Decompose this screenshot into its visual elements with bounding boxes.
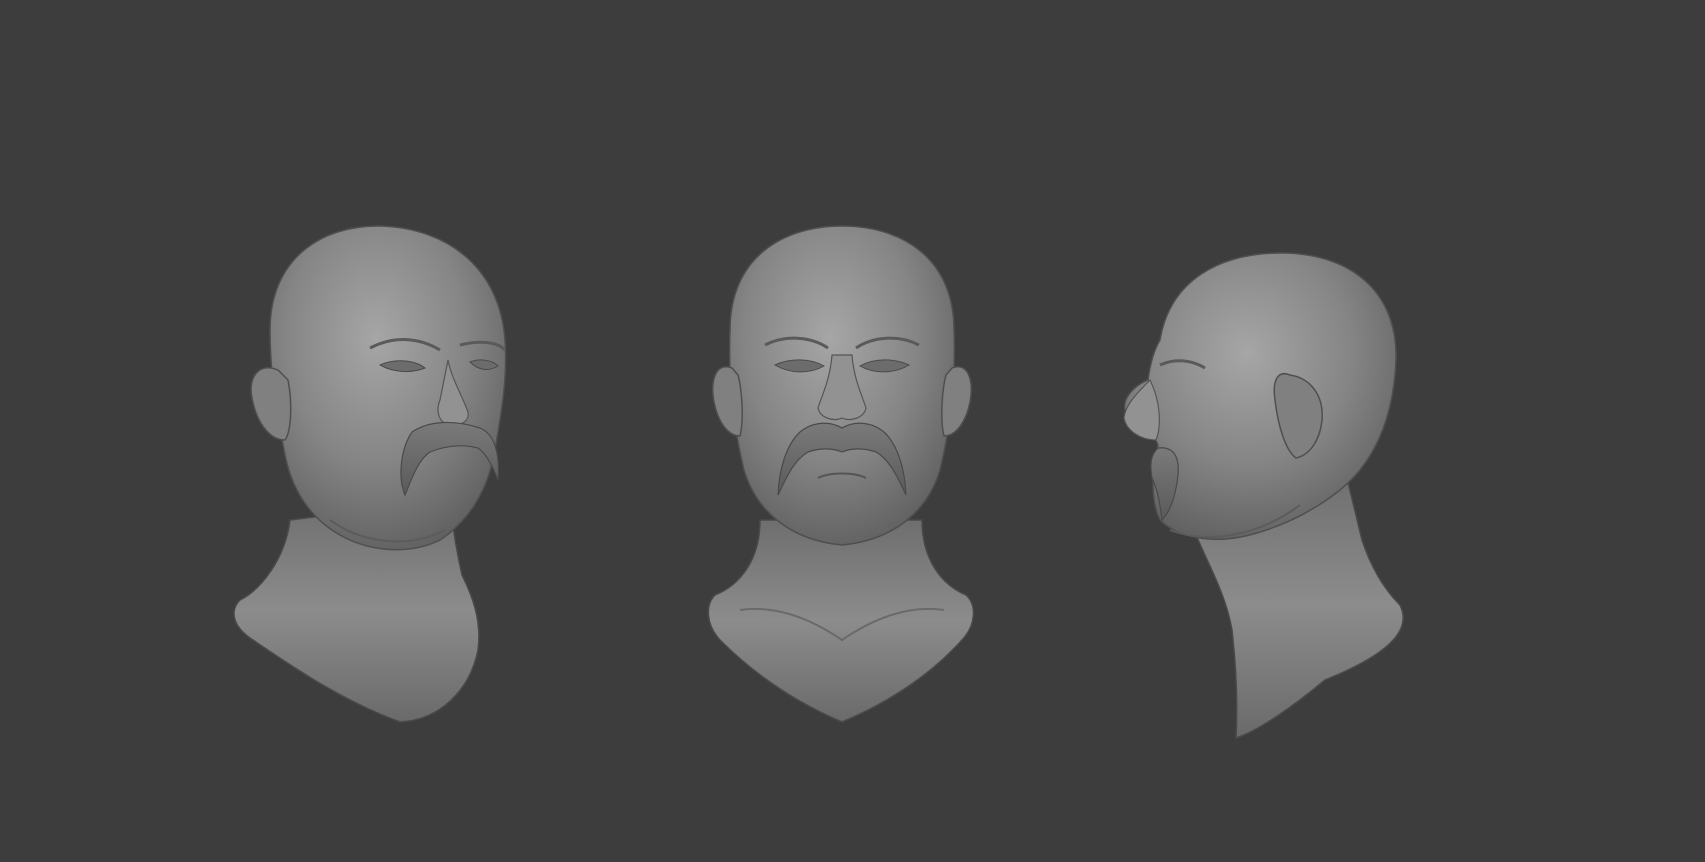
head-front-view [707, 225, 975, 723]
left-ear [712, 366, 743, 437]
ear [250, 367, 292, 441]
neck-and-shoulders [707, 519, 975, 723]
sculpt-viewport [0, 0, 1705, 862]
head-three-quarter-view [233, 225, 507, 723]
skull [269, 225, 507, 551]
nose [1123, 378, 1160, 441]
right-ear [941, 366, 972, 437]
sculpt-render [233, 225, 1404, 740]
head-side-profile-view [1123, 252, 1404, 740]
